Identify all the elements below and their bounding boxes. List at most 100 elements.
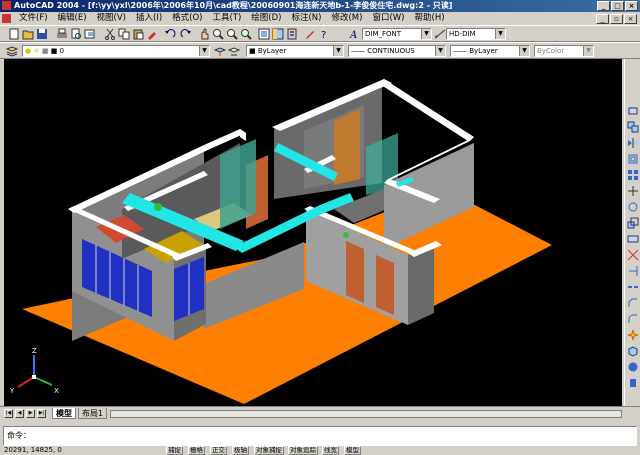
lineweight-select[interactable]: —— ByLayer ▼ xyxy=(450,45,530,57)
drawing-canvas[interactable]: Z Y X xyxy=(4,59,622,406)
plant-2 xyxy=(343,232,349,238)
chevron-down-icon: ▼ xyxy=(199,46,209,56)
status-grid-button[interactable]: 栅格 xyxy=(188,446,205,455)
modify-erase-icon[interactable] xyxy=(627,105,639,117)
modify-extend-icon[interactable] xyxy=(627,265,639,277)
zoom-previous-icon[interactable] xyxy=(240,28,252,40)
make-object-layer-current-icon[interactable] xyxy=(214,45,226,57)
design-center-icon[interactable] xyxy=(272,28,284,40)
status-otrack-button[interactable]: 对象追踪 xyxy=(288,446,318,455)
properties-icon[interactable] xyxy=(258,28,270,40)
lock-icon: ■ xyxy=(41,47,49,55)
solid-sphere-icon[interactable] xyxy=(627,361,639,373)
status-snap-button[interactable]: 捕捉 xyxy=(166,446,183,455)
help-icon[interactable]: ? xyxy=(318,28,330,40)
markup-icon[interactable] xyxy=(304,28,316,40)
linetype-select[interactable]: —— CONTINUOUS ▼ xyxy=(348,45,446,57)
modify-explode-icon[interactable] xyxy=(627,329,639,341)
window-title: AutoCAD 2004 - [f:\yy\yxl\2006年\2006年10月… xyxy=(14,1,453,10)
layout-tabs-bar: |◀ ◀ ▶ ▶| 模型 布局1 xyxy=(0,406,640,421)
doc-restore-button[interactable]: ▫ xyxy=(610,14,623,24)
chevron-down-icon: ▼ xyxy=(421,29,431,39)
status-model-button[interactable]: 模型 xyxy=(344,446,361,455)
menu-format[interactable]: 格式(O) xyxy=(167,12,207,25)
menu-help[interactable]: 帮助(H) xyxy=(410,12,450,25)
doc-minimize-button[interactable]: _ xyxy=(596,14,609,24)
modify-scale-icon[interactable] xyxy=(627,217,639,229)
maximize-button[interactable]: □ xyxy=(611,1,624,11)
dimension-style-select[interactable]: HD-DIM ▼ xyxy=(446,28,506,40)
modify-copy-icon[interactable] xyxy=(627,121,639,133)
modify-array-icon[interactable] xyxy=(627,169,639,181)
menu-file[interactable]: 文件(F) xyxy=(14,12,53,25)
layer-select[interactable]: ● ☼ ■ ■ 0 ▼ xyxy=(22,45,210,57)
prev-tab-icon[interactable]: ◀ xyxy=(15,409,24,418)
horizontal-scrollbar[interactable] xyxy=(110,410,622,418)
layer-previous-icon[interactable] xyxy=(228,45,240,57)
solid-cylinder-icon[interactable] xyxy=(627,377,639,389)
chevron-down-icon: ▼ xyxy=(519,46,529,56)
copy-icon[interactable] xyxy=(118,28,130,40)
status-lineweight-button[interactable]: 线宽 xyxy=(322,446,339,455)
modify-mirror-icon[interactable] xyxy=(627,137,639,149)
ucs-z-label: Z xyxy=(32,347,37,355)
pan-icon[interactable] xyxy=(198,28,210,40)
command-window[interactable]: 命令： xyxy=(3,426,637,446)
menu-insert[interactable]: 插入(I) xyxy=(131,12,167,25)
first-tab-icon[interactable]: |◀ xyxy=(4,409,13,418)
text-style-select[interactable]: DIM_FONT ▼ xyxy=(362,28,432,40)
zoom-window-icon[interactable] xyxy=(226,28,238,40)
minimize-button[interactable]: _ xyxy=(597,1,610,11)
sun-icon: ☼ xyxy=(33,47,40,55)
paste-icon[interactable] xyxy=(132,28,144,40)
modify-offset-icon[interactable] xyxy=(627,153,639,165)
modify-move-icon[interactable] xyxy=(627,185,639,197)
menu-draw[interactable]: 绘图(D) xyxy=(246,12,286,25)
menu-dimension[interactable]: 标注(N) xyxy=(286,12,326,25)
chevron-down-icon: ▼ xyxy=(583,46,593,56)
menu-window[interactable]: 窗口(W) xyxy=(367,12,409,25)
right-room-door-2 xyxy=(376,255,394,315)
print-preview-icon[interactable] xyxy=(70,28,82,40)
last-tab-icon[interactable]: ▶| xyxy=(37,409,46,418)
menu-modify[interactable]: 修改(M) xyxy=(326,12,367,25)
print-icon[interactable] xyxy=(56,28,68,40)
modify-toolbar-right xyxy=(624,59,640,406)
document-icon[interactable] xyxy=(2,14,11,23)
tab-layout1[interactable]: 布局1 xyxy=(78,408,108,419)
modify-rotate-icon[interactable] xyxy=(627,201,639,213)
modify-fillet-icon[interactable] xyxy=(627,313,639,325)
match-properties-icon[interactable] xyxy=(146,28,158,40)
close-button[interactable]: × xyxy=(625,1,638,11)
color-swatch-icon: ■ xyxy=(249,47,258,55)
status-osnap-button[interactable]: 对象捕捉 xyxy=(254,446,284,455)
menu-edit[interactable]: 编辑(E) xyxy=(53,12,92,25)
status-ortho-button[interactable]: 正交 xyxy=(210,446,227,455)
command-prompt[interactable]: 命令： xyxy=(7,430,31,441)
lightbulb-icon: ● xyxy=(25,47,32,55)
publish-icon[interactable] xyxy=(84,28,96,40)
svg-text:A: A xyxy=(349,30,357,40)
open-file-icon[interactable] xyxy=(22,28,34,40)
save-icon[interactable] xyxy=(36,28,48,40)
modify-chamfer-icon[interactable] xyxy=(627,297,639,309)
menu-tools[interactable]: 工具(T) xyxy=(207,12,246,25)
new-file-icon[interactable] xyxy=(8,28,20,40)
color-select[interactable]: ■ ByLayer ▼ xyxy=(246,45,344,57)
tab-model[interactable]: 模型 xyxy=(52,408,76,419)
modify-stretch-icon[interactable] xyxy=(627,233,639,245)
undo-icon[interactable] xyxy=(164,28,176,40)
layer-manager-icon[interactable] xyxy=(6,45,18,57)
cut-icon[interactable] xyxy=(104,28,116,40)
next-tab-icon[interactable]: ▶ xyxy=(26,409,35,418)
doc-close-button[interactable]: × xyxy=(624,14,637,24)
zoom-realtime-icon[interactable] xyxy=(212,28,224,40)
redo-icon[interactable] xyxy=(180,28,192,40)
tool-palettes-icon[interactable] xyxy=(286,28,298,40)
modify-trim-icon[interactable] xyxy=(627,249,639,261)
status-polar-button[interactable]: 极轴 xyxy=(232,446,249,455)
modify-break-icon[interactable] xyxy=(627,281,639,293)
menu-view[interactable]: 视图(V) xyxy=(92,12,131,25)
solid-box-icon[interactable] xyxy=(627,345,639,357)
plot-style-select[interactable]: ByColor ▼ xyxy=(534,45,594,57)
